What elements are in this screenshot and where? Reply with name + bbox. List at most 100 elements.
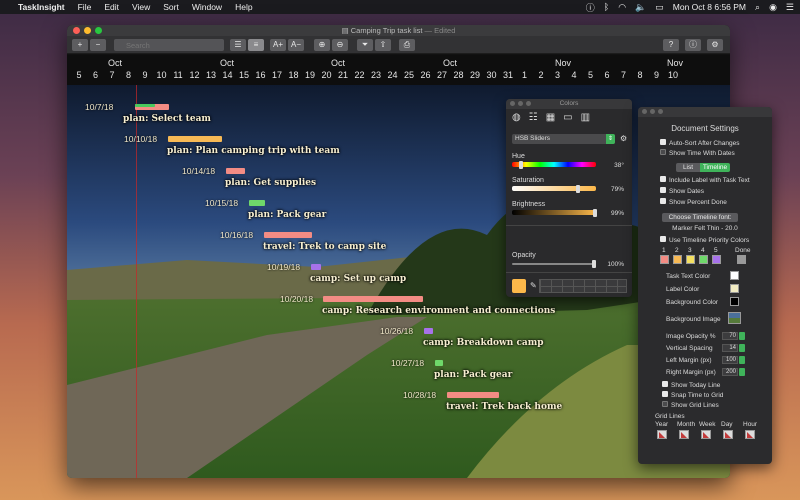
task-label[interactable]: plan: Get supplies (225, 178, 316, 188)
brightness-slider-knob[interactable] (593, 208, 598, 217)
list-view-icon[interactable]: ☰ (230, 39, 246, 51)
minimize-window-button[interactable] (84, 27, 91, 34)
panel-zoom-button[interactable] (658, 109, 663, 114)
image-opacity-field[interactable]: 70 (722, 332, 738, 340)
task-label[interactable]: camp: Breakdown camp (423, 338, 544, 348)
add-task-button[interactable]: + (72, 39, 88, 51)
image-opacity-stepper[interactable] (739, 332, 745, 340)
info-icon[interactable]: ⓘ (685, 39, 701, 51)
menu-view[interactable]: View (132, 2, 150, 12)
menu-file[interactable]: File (78, 2, 92, 12)
panel-close-button[interactable] (642, 109, 647, 114)
opacity-slider-knob[interactable] (592, 260, 596, 268)
vertical-spacing-field[interactable]: 14 (722, 344, 738, 352)
panel-minimize-button[interactable] (650, 109, 655, 114)
task-label[interactable]: plan: Pack gear (248, 210, 326, 220)
volume-icon[interactable]: 🔈 (635, 2, 646, 13)
panel-minimize-button[interactable] (518, 101, 523, 106)
saturation-slider-knob[interactable] (576, 184, 581, 193)
priority-color-well[interactable] (712, 255, 721, 264)
color-palettes-icon[interactable]: ▦ (546, 112, 555, 123)
task-bar[interactable] (135, 104, 169, 110)
priority-color-well[interactable] (686, 255, 695, 264)
battery-icon[interactable]: ▭ (655, 2, 664, 13)
current-color-well[interactable] (512, 279, 526, 293)
user-avatar-icon[interactable]: ◉ (769, 2, 777, 13)
spotlight-search-icon[interactable]: ⌕ (755, 2, 760, 13)
zoom-window-button[interactable] (95, 27, 102, 34)
search-input[interactable] (114, 39, 224, 51)
notification-list-icon[interactable]: ☰ (786, 2, 794, 13)
label-color-well[interactable] (730, 284, 739, 293)
task-bar[interactable] (424, 328, 433, 334)
task-bar[interactable] (447, 392, 499, 398)
slider-options-gear-icon[interactable]: ⚙ (620, 134, 627, 143)
priority-color-well[interactable] (699, 255, 708, 264)
zoom-in-icon[interactable]: ⊕ (314, 39, 330, 51)
brightness-slider[interactable] (512, 208, 598, 217)
settings-gear-icon[interactable]: ⚙ (707, 39, 723, 51)
share-icon[interactable]: ⇧ (375, 39, 391, 51)
color-sliders-icon[interactable]: ☷ (529, 112, 538, 123)
priority-color-well[interactable] (660, 255, 669, 264)
snap-time-checkbox[interactable]: Snap Time to Grid (662, 391, 723, 399)
vertical-spacing-stepper[interactable] (739, 344, 745, 352)
task-label[interactable]: travel: Trek back home (446, 402, 562, 412)
task-bar[interactable] (264, 232, 312, 238)
grid-line-color-well[interactable] (657, 430, 667, 439)
grid-line-color-well[interactable] (679, 430, 689, 439)
task-label[interactable]: plan: Pack gear (434, 370, 512, 380)
task-bar[interactable] (249, 200, 265, 206)
task-bar[interactable] (435, 360, 443, 366)
font-decrease-button[interactable]: A− (288, 39, 304, 51)
show-percent-checkbox[interactable]: Show Percent Done (660, 198, 727, 206)
task-text-color-well[interactable] (730, 271, 739, 280)
color-wheel-icon[interactable]: ◍ (512, 112, 521, 123)
background-color-well[interactable] (730, 297, 739, 306)
left-margin-field[interactable]: 100 (722, 356, 738, 364)
right-margin-stepper[interactable] (739, 368, 745, 376)
grid-line-color-well[interactable] (745, 430, 755, 439)
tab-list[interactable]: List (676, 163, 700, 172)
background-image-well[interactable] (728, 312, 741, 324)
priority-color-well[interactable] (737, 255, 746, 264)
crayons-icon[interactable]: ▥ (581, 112, 590, 123)
panel-close-button[interactable] (510, 101, 515, 106)
show-time-checkbox[interactable]: Show Time With Dates (660, 149, 735, 157)
tab-timeline[interactable]: Timeline (700, 163, 730, 172)
info-status-icon[interactable]: ⓘ (586, 1, 595, 14)
zoom-out-icon[interactable]: ⊖ (332, 39, 348, 51)
menu-sort[interactable]: Sort (163, 2, 179, 12)
choose-font-button[interactable]: Choose Timeline font: (662, 213, 738, 222)
include-label-checkbox[interactable]: Include Label with Task Text (660, 176, 750, 184)
show-today-checkbox[interactable]: Show Today Line (662, 381, 720, 389)
menu-window[interactable]: Window (192, 2, 222, 12)
task-label[interactable]: travel: Trek to camp site (263, 242, 386, 252)
task-label[interactable]: plan: Plan camping trip with team (167, 146, 340, 156)
timeline-view-icon[interactable]: ≡ (248, 39, 264, 51)
panel-zoom-button[interactable] (526, 101, 531, 106)
saturation-slider[interactable] (512, 184, 596, 193)
right-margin-field[interactable]: 200 (722, 368, 738, 376)
grid-line-color-well[interactable] (701, 430, 711, 439)
use-priority-colors-checkbox[interactable]: Use Timeline Priority Colors (660, 236, 749, 244)
task-label[interactable]: camp: Set up camp (310, 274, 406, 284)
help-button[interactable]: ? (663, 39, 679, 51)
image-palettes-icon[interactable]: ▭ (563, 112, 572, 123)
grid-line-color-well[interactable] (723, 430, 733, 439)
menu-app-name[interactable]: TaskInsight (18, 2, 65, 12)
show-grid-checkbox[interactable]: Show Grid Lines (662, 401, 719, 409)
slider-mode-select[interactable]: HSB Sliders ⇕ (512, 134, 615, 144)
task-label[interactable]: plan: Select team (123, 114, 211, 124)
close-window-button[interactable] (73, 27, 80, 34)
menu-edit[interactable]: Edit (104, 2, 119, 12)
task-bar[interactable] (168, 136, 222, 142)
font-increase-button[interactable]: A+ (270, 39, 286, 51)
eyedropper-icon[interactable]: ✎ (530, 281, 537, 290)
priority-color-well[interactable] (673, 255, 682, 264)
bluetooth-icon[interactable]: ᛒ (604, 2, 609, 12)
task-bar[interactable] (226, 168, 245, 174)
hue-slider-knob[interactable] (518, 160, 523, 169)
menu-help[interactable]: Help (235, 2, 252, 12)
task-bar[interactable] (311, 264, 321, 270)
